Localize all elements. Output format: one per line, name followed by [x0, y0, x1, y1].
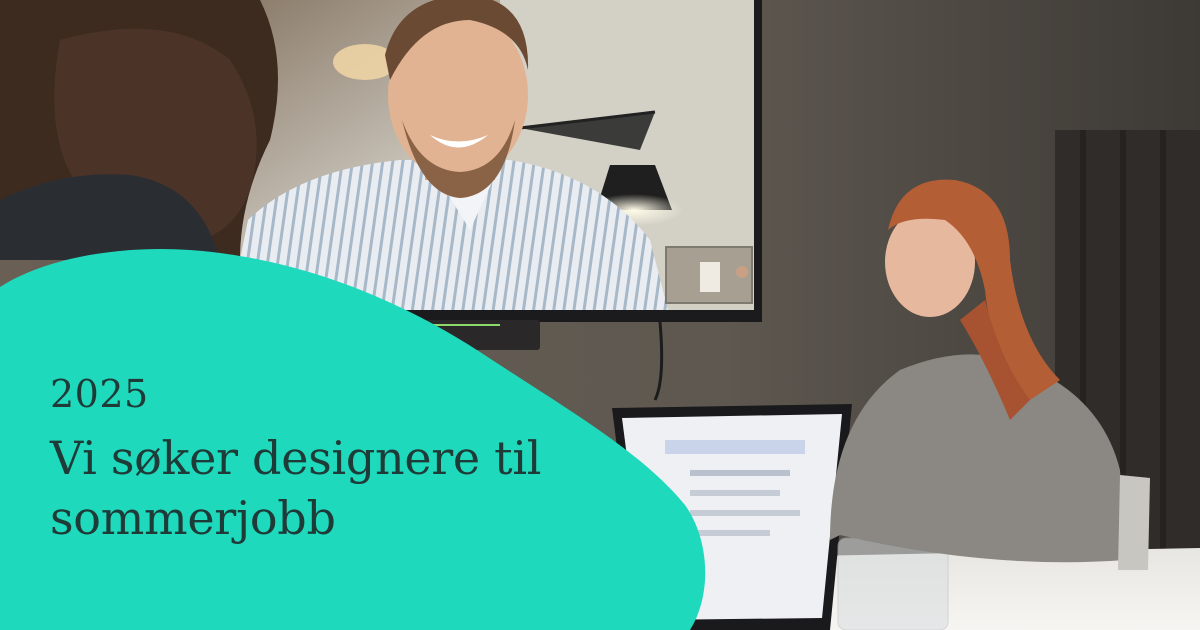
- banner-text: 2025 Vi søker designere til sommerjobb: [50, 372, 541, 548]
- headline: Vi søker designere til sommerjobb: [50, 428, 541, 548]
- year-label: 2025: [50, 372, 149, 416]
- headline-line-1: Vi søker designere til: [50, 431, 542, 485]
- headline-line-2: sommerjobb: [50, 491, 336, 545]
- banner: 2025 Vi søker designere til sommerjobb: [0, 0, 1200, 630]
